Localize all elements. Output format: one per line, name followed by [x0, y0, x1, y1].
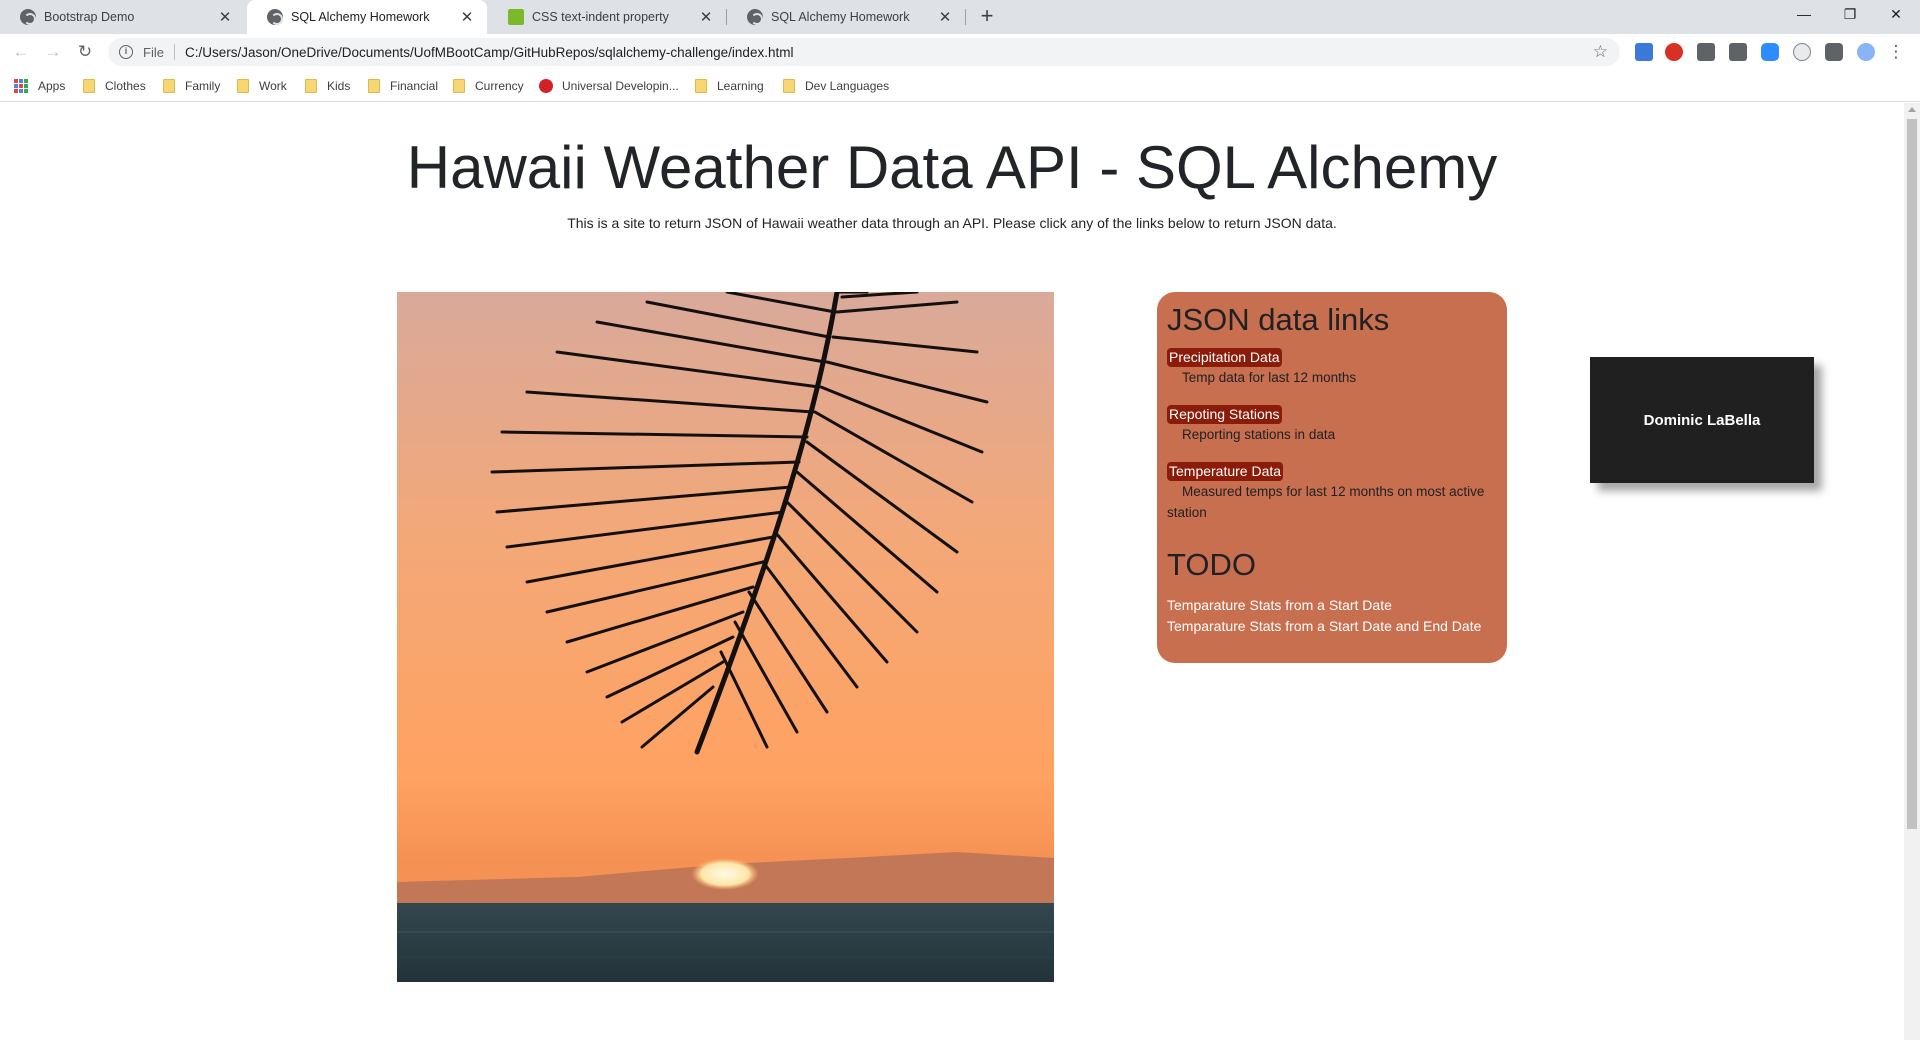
- page-subtitle: This is a site to return JSON of Hawaii …: [567, 215, 1337, 231]
- puzzle-extensions-icon[interactable]: [1825, 43, 1843, 61]
- tab-sql-alchemy-active[interactable]: SQL Alchemy Homework ✕: [247, 0, 487, 34]
- folder-icon: [695, 79, 707, 93]
- bookmark-star-icon[interactable]: ☆: [1593, 42, 1608, 62]
- scrollbar-thumb[interactable]: [1907, 119, 1917, 829]
- reporting-stations-link[interactable]: Repoting Stations: [1167, 405, 1282, 424]
- tab-css-text-indent[interactable]: CSS text-indent property ✕: [488, 0, 726, 34]
- minimize-icon[interactable]: —: [1781, 0, 1827, 30]
- globe-icon: [20, 9, 36, 25]
- scroll-up-arrow-icon[interactable]: [1908, 107, 1916, 112]
- bookmark-label: Apps: [38, 79, 66, 93]
- bookmark-label: Dev Languages: [805, 79, 890, 93]
- reload-icon[interactable]: ↻: [73, 40, 97, 64]
- bookmark-label: Family: [185, 79, 221, 93]
- bookmark-universal-developing[interactable]: Universal Developin...: [539, 77, 679, 95]
- close-tab-icon[interactable]: ✕: [217, 9, 233, 26]
- todo-item: Temparature Stats from a Start Date: [1167, 597, 1392, 613]
- link-description: Measured temps for last 12 months on mos…: [1167, 484, 1485, 520]
- url-text[interactable]: C:/Users/Jason/OneDrive/Documents/UofMBo…: [185, 45, 794, 60]
- address-bar[interactable]: i File C:/Users/Jason/OneDrive/Documents…: [108, 38, 1620, 66]
- apps-grid-icon: [14, 79, 28, 93]
- bookmark-dev-languages[interactable]: Dev Languages: [783, 77, 889, 95]
- restore-icon[interactable]: ❐: [1827, 0, 1873, 30]
- link-description: Reporting stations in data: [1182, 427, 1336, 442]
- bookmark-currency[interactable]: Currency: [453, 77, 524, 95]
- bookmark-work[interactable]: Work: [237, 77, 287, 95]
- folder-icon: [163, 79, 175, 93]
- omnibox-divider: [173, 44, 175, 60]
- s-extension-icon[interactable]: [1697, 43, 1715, 61]
- plus-icon[interactable]: +: [975, 5, 999, 29]
- scheme-label: File: [143, 44, 164, 60]
- folder-icon: [368, 79, 380, 93]
- forward-arrow-icon[interactable]: →: [41, 40, 65, 64]
- tab-bootstrap-demo[interactable]: Bootstrap Demo ✕: [0, 0, 245, 34]
- bookmark-financial[interactable]: Financial: [368, 77, 438, 95]
- author-name-card: Dominic LaBella: [1590, 357, 1814, 483]
- bookmark-label: Learning: [717, 79, 764, 93]
- links-card-heading: JSON data links: [1167, 302, 1390, 337]
- bookmark-kids[interactable]: Kids: [305, 77, 350, 95]
- ud-logo-icon: [539, 79, 553, 93]
- bookmark-label: Work: [259, 79, 287, 93]
- bookmarks-bar: Apps Clothes Family Work Kids Financial …: [0, 70, 1920, 102]
- temperature-data-link[interactable]: Temperature Data: [1167, 462, 1284, 481]
- precipitation-data-link[interactable]: Precipitation Data: [1167, 348, 1282, 367]
- author-name: Dominic LaBella: [1643, 411, 1761, 429]
- tab-sql-alchemy[interactable]: SQL Alchemy Homework ✕: [727, 0, 965, 34]
- folder-icon: [237, 79, 249, 93]
- folder-icon: [305, 79, 317, 93]
- globe-icon: [747, 9, 763, 25]
- folder-icon: [783, 79, 795, 93]
- folder-icon: [453, 79, 465, 93]
- close-tab-icon[interactable]: ✕: [937, 9, 953, 26]
- bookmark-label: Financial: [390, 79, 439, 93]
- circle-extension-icon[interactable]: [1793, 43, 1811, 61]
- globe-icon: [267, 9, 283, 25]
- zoom-extension-icon[interactable]: [1761, 43, 1779, 61]
- todo-heading: TODO: [1167, 547, 1256, 582]
- bookmark-family[interactable]: Family: [163, 77, 220, 95]
- close-tab-icon[interactable]: ✕: [459, 9, 475, 26]
- profile-avatar[interactable]: [1857, 43, 1875, 61]
- link-item-stations: Repoting Stations Reporting stations in …: [1167, 405, 1497, 445]
- info-icon[interactable]: i: [119, 45, 133, 59]
- page-title: Hawaii Weather Data API - SQL Alchemy: [406, 134, 1498, 201]
- bookmark-label: Universal Developin...: [562, 79, 679, 93]
- opera-extension-icon[interactable]: [1665, 43, 1683, 61]
- bookmark-label: Clothes: [105, 79, 146, 93]
- tab-strip: Bootstrap Demo ✕ SQL Alchemy Homework ✕ …: [0, 0, 1920, 34]
- folder-icon: [83, 79, 95, 93]
- bookmark-label: Currency: [475, 79, 524, 93]
- calendar-extension-icon[interactable]: [1635, 43, 1653, 61]
- json-links-card: JSON data links Precipitation Data Temp …: [1157, 292, 1507, 663]
- page-viewport: Hawaii Weather Data API - SQL Alchemy Th…: [0, 103, 1904, 1040]
- bookmark-clothes[interactable]: Clothes: [83, 77, 146, 95]
- bookmark-label: Kids: [327, 79, 351, 93]
- back-arrow-icon[interactable]: ←: [9, 40, 33, 64]
- browser-toolbar: ← → ↻ i File C:/Users/Jason/OneDrive/Doc…: [0, 34, 1920, 70]
- page-scrollbar[interactable]: [1904, 103, 1920, 1040]
- link-item-precipitation: Precipitation Data Temp data for last 12…: [1167, 348, 1497, 388]
- tab-title: SQL Alchemy Homework: [291, 10, 430, 24]
- camera-extension-icon[interactable]: [1729, 43, 1747, 61]
- todo-item: Temparature Stats from a Start Date and …: [1167, 618, 1482, 634]
- bookmark-learning[interactable]: Learning: [695, 77, 764, 95]
- more-menu-icon[interactable]: ⋮: [1884, 40, 1908, 64]
- close-tab-icon[interactable]: ✕: [698, 9, 714, 26]
- w3schools-icon: [508, 9, 524, 25]
- tab-title: SQL Alchemy Homework: [771, 10, 910, 24]
- tab-separator: [965, 9, 966, 25]
- tab-title: Bootstrap Demo: [44, 10, 135, 24]
- sunset-palm-image: [397, 292, 1054, 982]
- tab-title: CSS text-indent property: [532, 10, 669, 24]
- link-item-temperature: Temperature Data Measured temps for last…: [1167, 462, 1497, 523]
- bookmark-apps[interactable]: Apps: [14, 77, 65, 95]
- close-icon[interactable]: ✕: [1873, 0, 1919, 30]
- link-description: Temp data for last 12 months: [1182, 370, 1357, 385]
